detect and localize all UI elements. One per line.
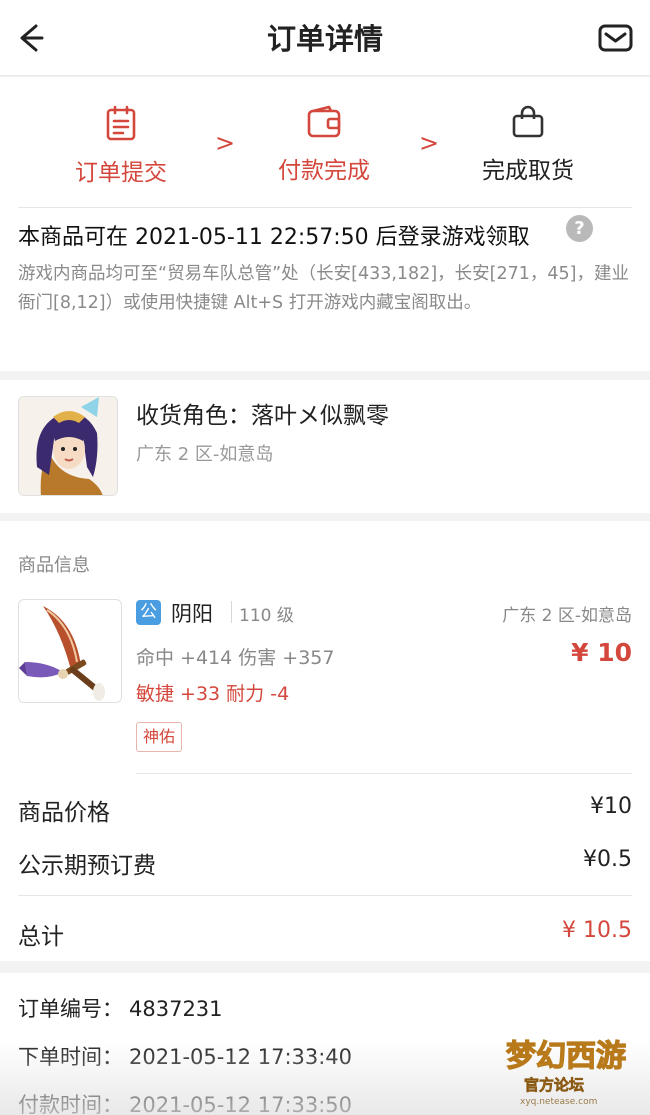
character-avatar: [18, 396, 118, 496]
wallet-icon: [307, 105, 341, 138]
step-pickup-complete: 完成取货: [468, 105, 588, 185]
item-level: 110 级: [239, 606, 294, 626]
receiver-name: 收货角色：落叶メ似飘零: [136, 403, 389, 429]
item-stats-secondary: 敏捷 +33 耐力 -4: [136, 683, 290, 705]
payment-time-label: 付款时间：: [18, 1093, 123, 1115]
watermark-url: xyq.netease.com: [520, 1097, 597, 1107]
total-label: 总计: [18, 924, 64, 950]
item-server: 广东 2 区-如意岛: [502, 606, 632, 626]
item-stats-primary: 命中 +414 伤害 +357: [136, 647, 335, 669]
chevron-right-icon: >: [419, 129, 440, 157]
section-heading: 商品信息: [18, 555, 90, 576]
step-order-submitted: 订单提交: [61, 105, 181, 187]
goods-info: 商品信息 公 阴阳 110 级 广东 2 区-如意岛 命中 +414 伤害 +3…: [0, 521, 650, 961]
total-value: ¥ 10.5: [562, 918, 632, 943]
goods-price-label: 商品价格: [18, 800, 110, 826]
divider: [231, 601, 232, 623]
divider: [136, 773, 632, 774]
receiver-card: 收货角色：落叶メ似飘零 广东 2 区-如意岛: [0, 380, 650, 513]
watermark-sub: 官方论坛: [524, 1076, 584, 1094]
divider: [18, 207, 632, 208]
item-name: 阴阳: [171, 602, 213, 626]
payment-time-row: 付款时间： 2021-05-12 17:33:50: [18, 1089, 352, 1115]
top-bar: 订单详情: [0, 0, 650, 76]
order-time-label: 下单时间：: [18, 1045, 123, 1069]
item-tag: 神佑: [136, 722, 183, 752]
order-time-row: 下单时间： 2021-05-12 17:33:40: [18, 1041, 352, 1071]
page-title: 订单详情: [266, 22, 383, 56]
reservation-fee-value: ¥0.5: [583, 847, 632, 872]
mail-icon[interactable]: [596, 20, 636, 56]
help-icon[interactable]: ?: [566, 215, 593, 242]
watermark-title: 梦幻西游: [506, 1039, 626, 1074]
step-label: 完成取货: [482, 158, 574, 184]
order-number-label: 订单编号：: [18, 997, 123, 1021]
public-badge: 公: [136, 600, 161, 625]
step-label: 订单提交: [75, 160, 167, 186]
pickup-notice: 本商品可在 2021-05-11 22:57:50 后登录游戏领取 游戏内商品均…: [0, 207, 650, 371]
pickup-time-notice: 本商品可在 2021-05-11 22:57:50 后登录游戏领取: [18, 225, 530, 250]
item-price: ¥ 10: [571, 638, 632, 667]
weapon-image[interactable]: [18, 599, 122, 703]
order-number-row: 订单编号： 4837231: [18, 993, 223, 1023]
divider: [18, 895, 632, 896]
pickup-instructions: 游戏内商品均可至“贸易车队总管”处（长安[433,182]，长安[271，45]…: [18, 264, 629, 313]
step-label: 付款完成: [278, 158, 370, 184]
bag-icon: [512, 105, 544, 138]
clipboard-icon: [106, 105, 136, 141]
goods-price-value: ¥10: [590, 794, 632, 819]
order-number-value: 4837231: [129, 997, 223, 1021]
step-payment-complete: 付款完成: [264, 105, 384, 185]
order-time-value: 2021-05-12 17:33:40: [129, 1045, 353, 1069]
chevron-right-icon: >: [215, 129, 236, 157]
watermark-logo: 梦幻西游 官方论坛 xyq.netease.com: [500, 1024, 648, 1108]
payment-time-value: 2021-05-12 17:33:50: [129, 1093, 353, 1115]
receiver-server: 广东 2 区-如意岛: [136, 444, 274, 465]
reservation-fee-label: 公示期预订费: [18, 853, 156, 879]
order-progress: 订单提交 > 付款完成 > 完成取货: [0, 77, 650, 207]
